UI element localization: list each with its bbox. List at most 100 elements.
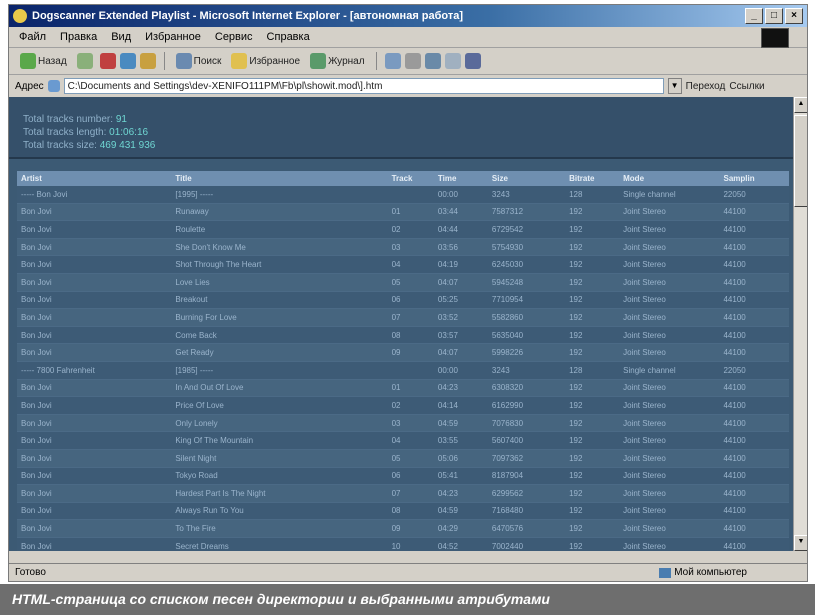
column-header: Samplin: [719, 171, 789, 186]
stop-icon[interactable]: [99, 53, 116, 69]
table-cell: Bon Jovi: [17, 220, 172, 239]
table-cell: Bon Jovi: [17, 238, 172, 257]
table-cell: Joint Stereo: [619, 484, 720, 503]
table-cell: 192: [565, 449, 620, 468]
table-cell: 44100: [719, 519, 789, 538]
table-cell: 6729542: [487, 220, 566, 239]
table-cell: 44100: [719, 379, 789, 398]
table-cell: 10: [387, 537, 434, 551]
menu-bar: Файл Правка Вид Избранное Сервис Справка: [9, 27, 807, 48]
table-cell: [1995] -----: [171, 186, 388, 204]
back-arrow-icon: [20, 53, 36, 69]
menu-edit[interactable]: Правка: [60, 31, 97, 43]
table-cell: Joint Stereo: [619, 502, 720, 521]
table-row: Bon Jovi Hardest Part Is The Night 07 04:23…: [17, 484, 789, 503]
table-cell: Joint Stereo: [619, 343, 720, 362]
favorites-button[interactable]: Избранное: [228, 53, 303, 69]
menu-help[interactable]: Справка: [267, 31, 310, 43]
table-cell: 01: [387, 203, 434, 222]
table-cell: 22050: [719, 361, 789, 380]
search-button[interactable]: Поиск: [173, 53, 225, 69]
table-cell: Come Back: [171, 326, 388, 345]
table-cell: Joint Stereo: [619, 449, 720, 468]
menu-favorites[interactable]: Избранное: [145, 31, 201, 43]
table-cell: 192: [565, 396, 620, 415]
page-content: Total tracks number: 91 Total tracks len…: [9, 97, 795, 551]
table-cell: 7168480: [487, 502, 566, 521]
table-cell: 6245030: [487, 255, 566, 274]
table-cell: Price Of Love: [171, 396, 388, 415]
address-dropdown-icon[interactable]: ▼: [667, 78, 682, 94]
table-cell: Secret Dreams: [171, 537, 388, 551]
table-cell: Only Lonely: [171, 414, 388, 433]
table-cell: Bon Jovi: [17, 484, 172, 503]
table-cell: Single channel: [619, 186, 720, 204]
table-cell: Bon Jovi: [17, 379, 172, 398]
menu-view[interactable]: Вид: [111, 31, 131, 43]
table-cell: 05:25: [433, 291, 488, 310]
table-cell: 192: [565, 238, 620, 257]
table-cell: 44100: [719, 467, 789, 486]
table-cell: 6162990: [487, 396, 566, 415]
table-cell: 192: [565, 291, 620, 310]
table-cell: 192: [565, 273, 620, 292]
menu-tools[interactable]: Сервис: [215, 31, 253, 43]
discuss-icon[interactable]: [444, 53, 461, 69]
history-icon: [310, 53, 327, 69]
table-cell: 3243: [487, 361, 566, 380]
home-icon[interactable]: [139, 53, 156, 69]
toolbar-separator: [163, 52, 165, 70]
table-cell: 22050: [719, 186, 789, 204]
print-icon[interactable]: [404, 53, 421, 69]
table-cell: 192: [565, 484, 620, 503]
table-row: Bon Jovi Breakout 06 05:25 7710954 192 Joint S…: [17, 291, 789, 310]
table-cell: 03:57: [433, 326, 488, 345]
close-button[interactable]: ×: [785, 8, 803, 24]
table-cell: 44100: [719, 537, 789, 551]
table-cell: Single channel: [619, 361, 720, 380]
minimize-button[interactable]: _: [745, 8, 763, 24]
table-cell: 5635040: [487, 326, 566, 345]
table-cell: Bon Jovi: [17, 502, 172, 521]
table-row: Bon Jovi Get Ready 09 04:07 5998226 192 Joint …: [17, 343, 789, 362]
table-cell: 5945248: [487, 273, 566, 292]
table-cell: 09: [387, 519, 434, 538]
scroll-down-icon[interactable]: ▼: [794, 535, 807, 551]
table-cell: 44100: [719, 414, 789, 433]
address-bar: Адрес C:\Documents and Settings\dev-XENI…: [9, 75, 807, 98]
maximize-button[interactable]: □: [765, 8, 783, 24]
table-cell: 03:44: [433, 203, 488, 222]
table-cell: 192: [565, 519, 620, 538]
table-cell: 04:14: [433, 396, 488, 415]
scroll-up-icon[interactable]: ▲: [794, 97, 807, 113]
figure-caption: HTML-страница со списком песен директори…: [0, 584, 815, 615]
table-cell: Bon Jovi: [17, 396, 172, 415]
scroll-thumb[interactable]: [794, 115, 807, 207]
table-cell: 44100: [719, 291, 789, 310]
mail-icon[interactable]: [384, 53, 401, 69]
menu-file[interactable]: Файл: [19, 31, 46, 43]
toolbar-separator: [375, 52, 377, 70]
column-header: Title: [171, 171, 388, 186]
table-cell: 44100: [719, 396, 789, 415]
go-button[interactable]: Переход: [686, 81, 726, 92]
back-button[interactable]: Назад: [17, 53, 70, 69]
table-row: Bon Jovi Always Run To You 08 04:59 7168480 1…: [17, 502, 789, 521]
table-cell: Joint Stereo: [619, 431, 720, 450]
vertical-scrollbar[interactable]: ▲ ▼: [793, 97, 807, 551]
table-cell: 04:44: [433, 220, 488, 239]
forward-button[interactable]: [74, 53, 96, 69]
links-button[interactable]: Ссылки: [729, 81, 764, 92]
edit-icon[interactable]: [424, 53, 441, 69]
table-cell: Bon Jovi: [17, 519, 172, 538]
table-cell: She Don't Know Me: [171, 238, 388, 257]
address-input[interactable]: C:\Documents and Settings\dev-XENIFO111P…: [63, 78, 664, 94]
history-button[interactable]: Журнал: [307, 53, 368, 69]
table-cell: Love Lies: [171, 273, 388, 292]
toolbar: Назад Поиск Избранное Журнал: [9, 48, 807, 75]
refresh-icon[interactable]: [119, 53, 136, 69]
table-cell: Bon Jovi: [17, 273, 172, 292]
messenger-icon[interactable]: [464, 53, 481, 69]
table-cell: Burning For Love: [171, 308, 388, 327]
table-row: Bon Jovi King Of The Mountain 04 03:55 56074…: [17, 431, 789, 450]
